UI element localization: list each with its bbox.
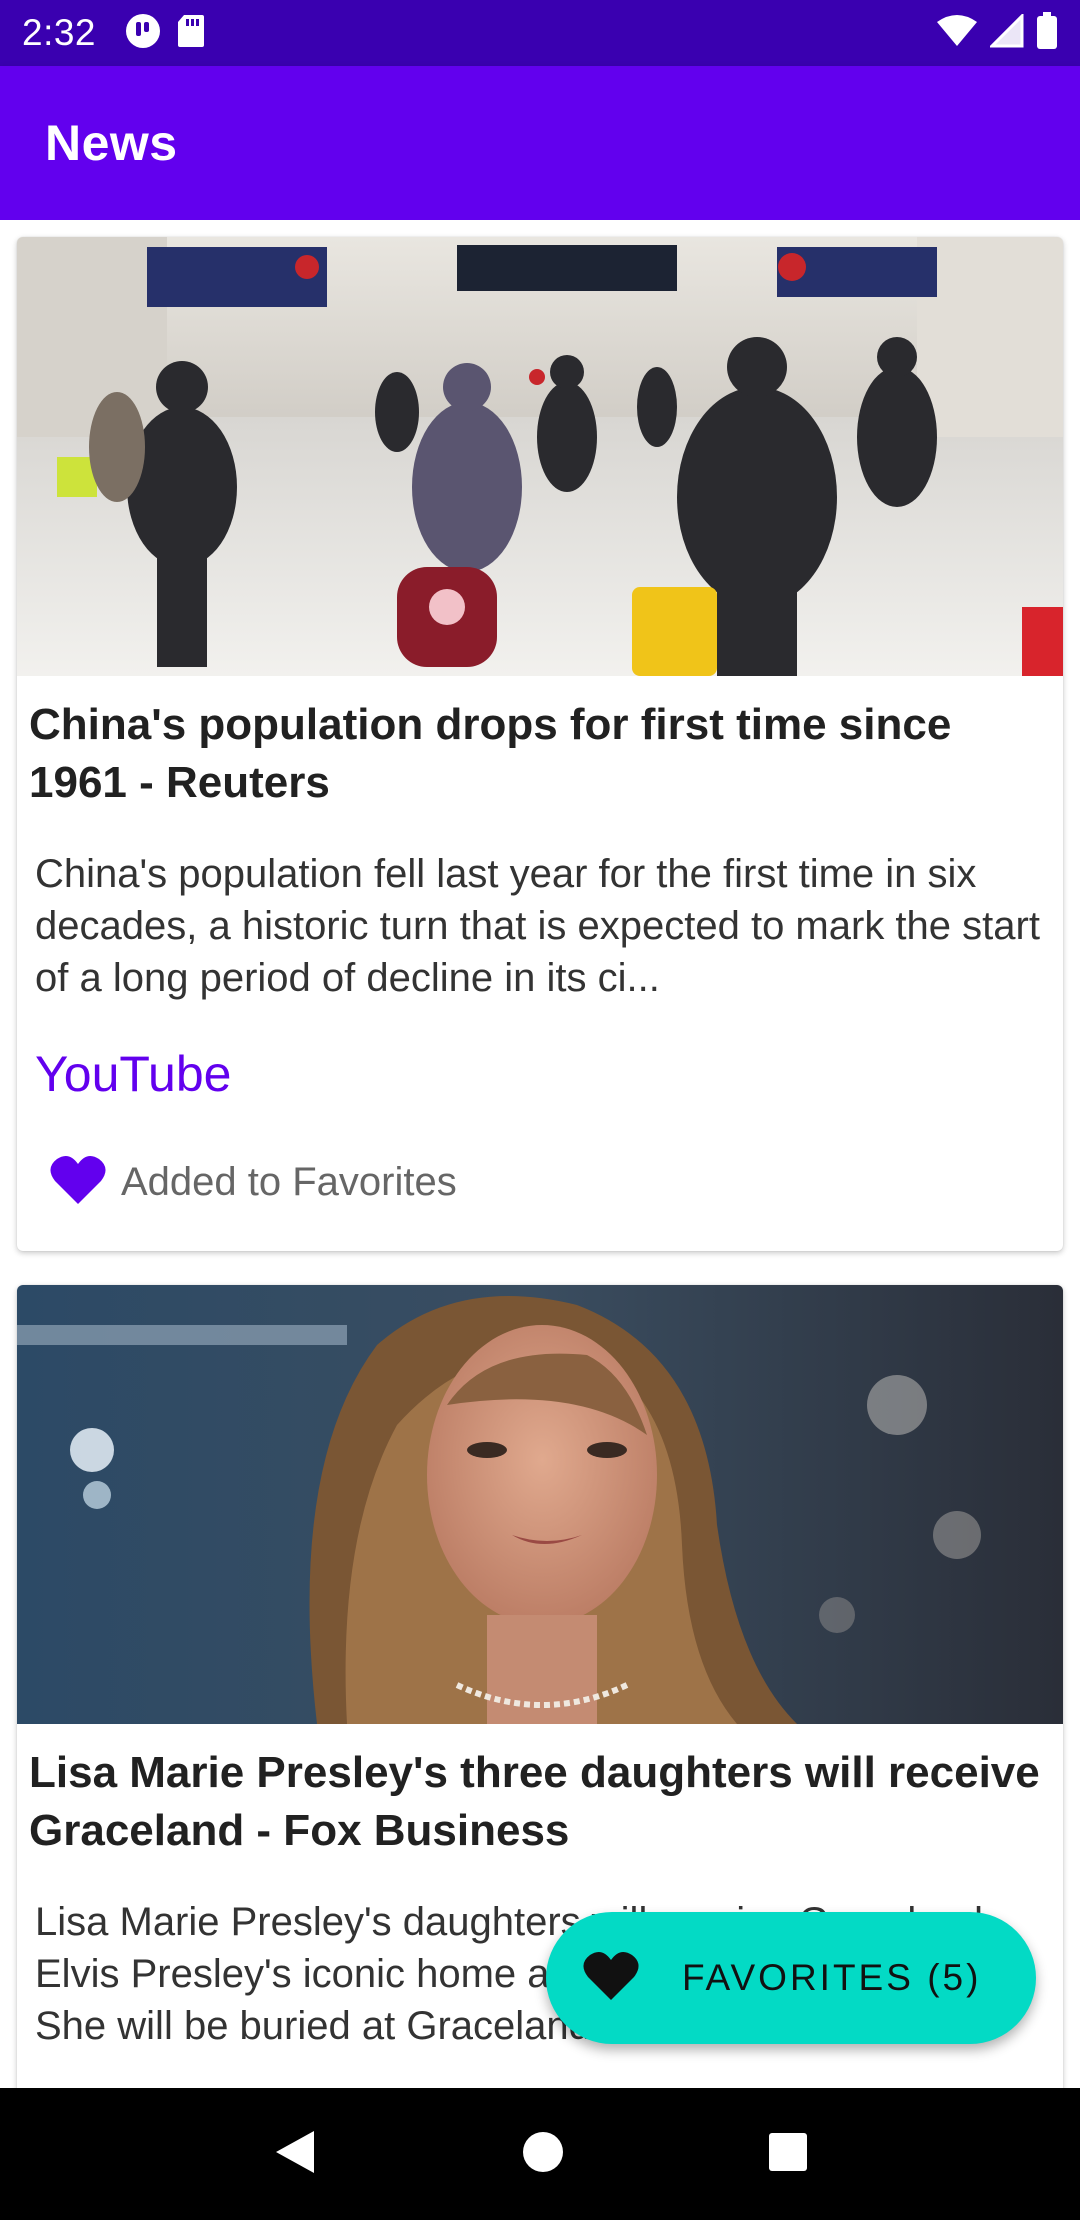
signal-icon — [988, 11, 1024, 53]
article-title[interactable]: Lisa Marie Presley's three daughters wil… — [17, 1724, 1063, 1860]
cast-icon — [124, 12, 162, 55]
favorite-label: Added to Favorites — [121, 1160, 457, 1204]
home-icon[interactable] — [521, 2130, 565, 2179]
recents-icon[interactable] — [766, 2130, 810, 2179]
app-title: News — [45, 115, 178, 171]
status-icons-right — [936, 11, 1058, 55]
battery-icon — [1036, 11, 1058, 55]
news-card[interactable]: China's population drops for first time … — [17, 237, 1063, 1251]
favorites-fab[interactable]: FAVORITES (5) — [546, 1912, 1036, 2044]
system-nav-bar — [0, 2088, 1080, 2220]
article-image[interactable] — [17, 1285, 1063, 1724]
article-title[interactable]: China's population drops for first time … — [17, 676, 1063, 812]
heart-icon — [582, 1950, 640, 2007]
favorites-fab-label: FAVORITES (5) — [682, 1957, 982, 1998]
article-description: China's population fell last year for th… — [35, 852, 1040, 1000]
sd-card-icon — [176, 13, 206, 54]
app-bar: News — [0, 66, 1080, 220]
article-image[interactable] — [17, 237, 1063, 676]
article-source-link[interactable]: YouTube — [17, 1004, 1063, 1104]
status-time: 2:32 — [22, 12, 97, 53]
heart-icon[interactable] — [49, 1154, 107, 1211]
status-icons-left — [124, 12, 206, 55]
status-bar: 2:32 — [0, 0, 1080, 66]
back-icon[interactable] — [270, 2127, 320, 2182]
news-feed[interactable]: China's population drops for first time … — [0, 220, 1080, 2088]
wifi-icon — [936, 14, 978, 53]
favorite-toggle[interactable]: Added to Favorites — [17, 1104, 1063, 1211]
